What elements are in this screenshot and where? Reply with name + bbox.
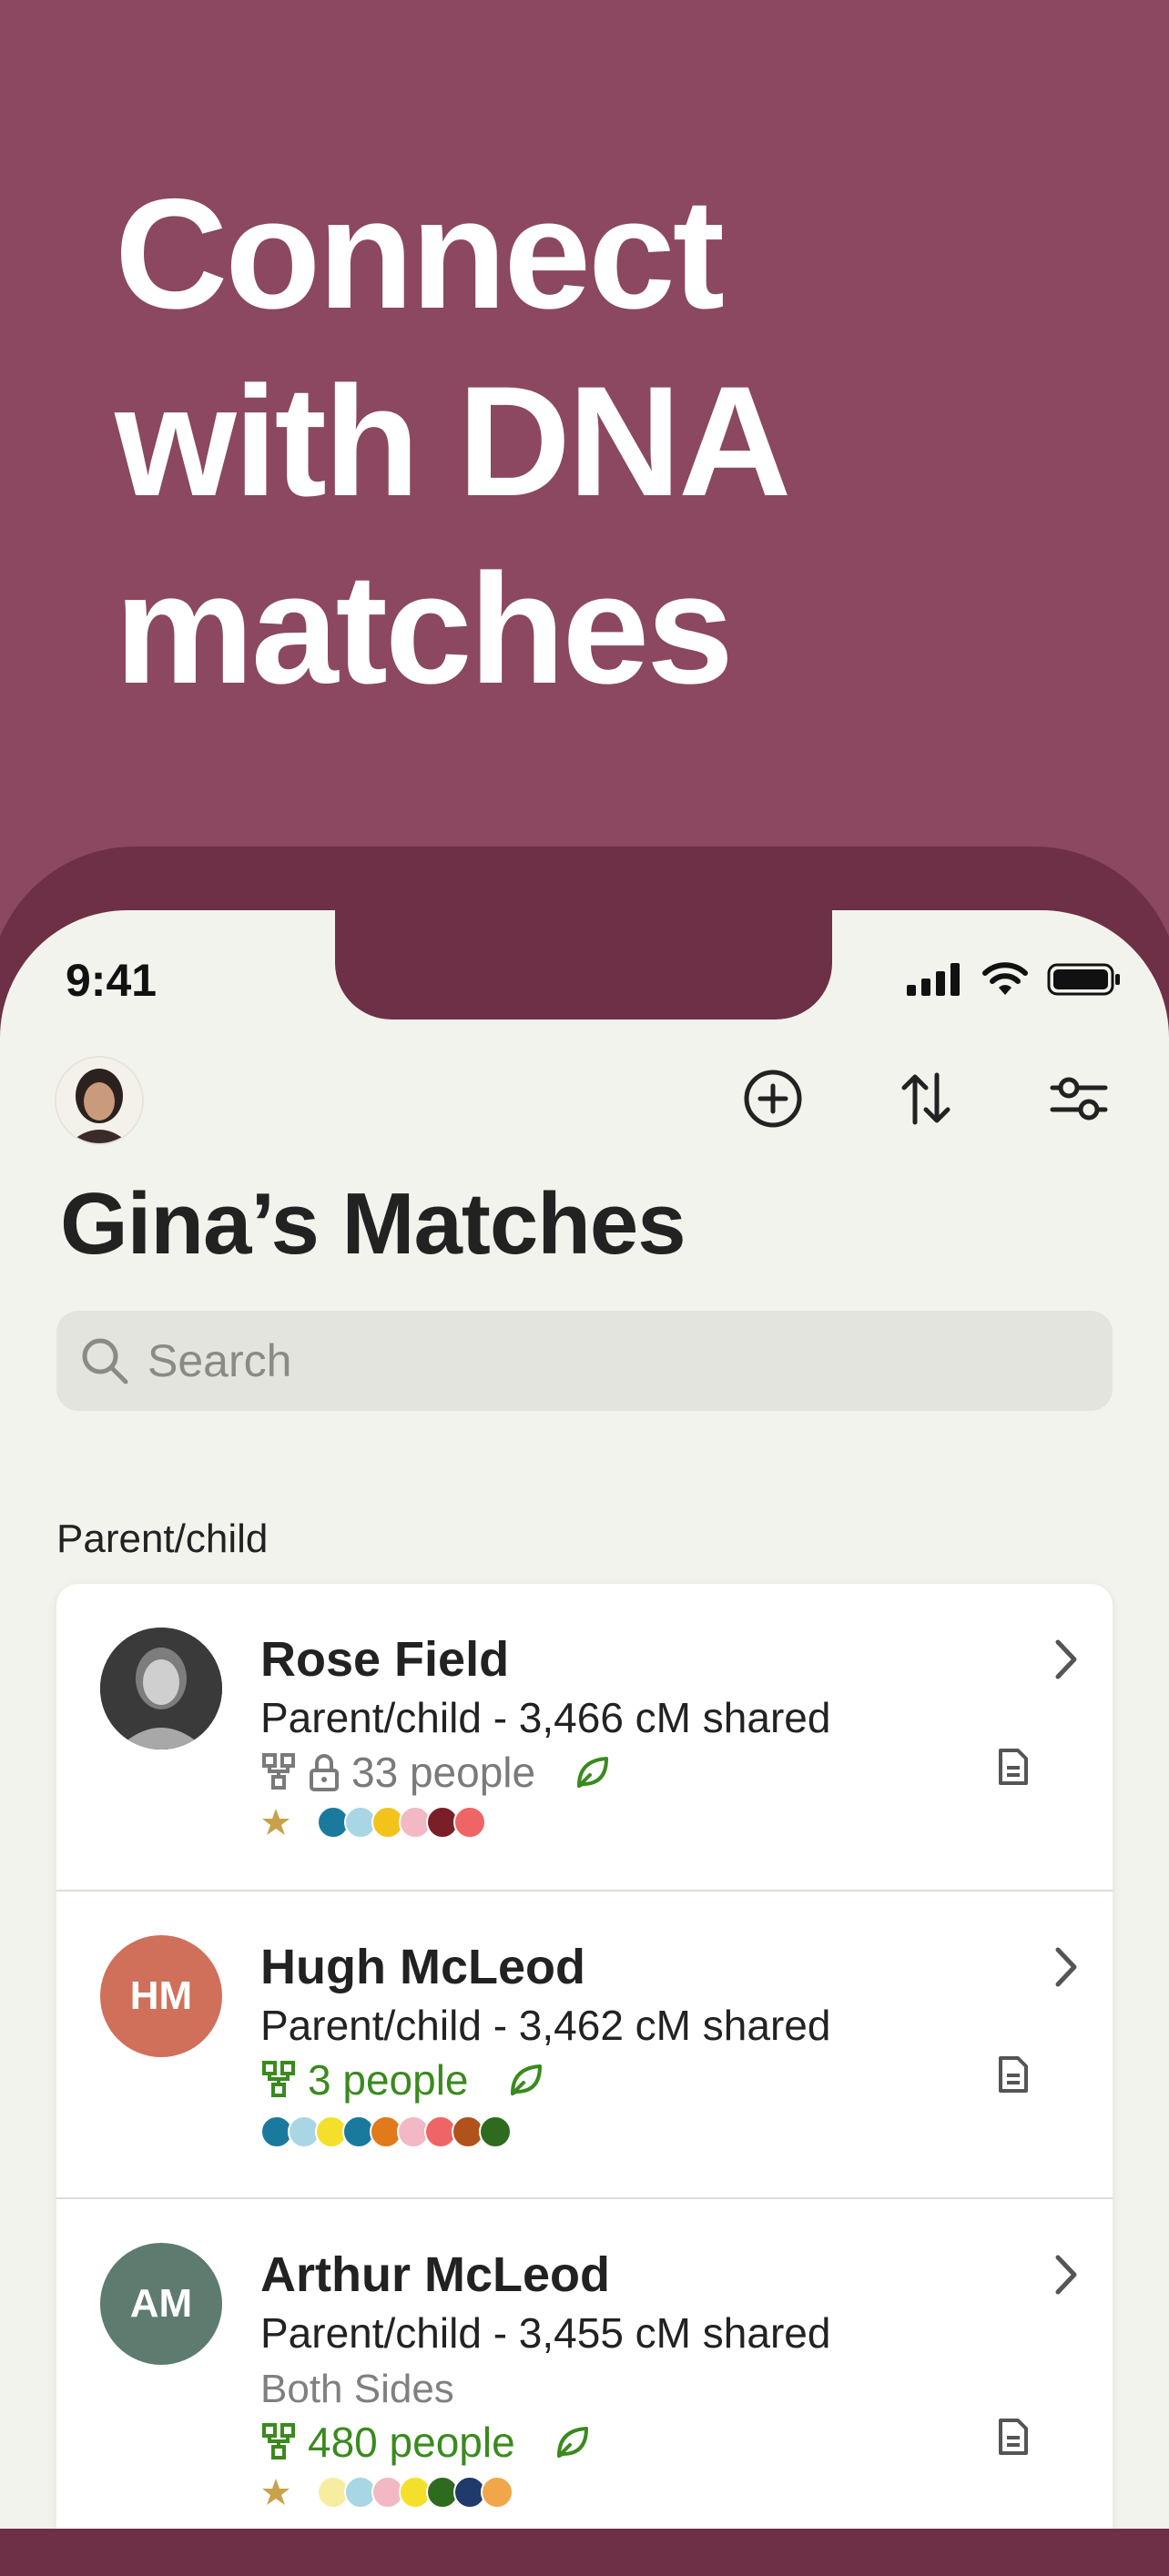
match-ethnicity-dots bbox=[260, 2476, 513, 2509]
match-relationship: Parent/child - 3,466 cM shared bbox=[260, 1694, 831, 1741]
sort-icon bbox=[901, 1072, 950, 1125]
match-avatar bbox=[100, 1628, 222, 1749]
headline-line-3: matches bbox=[115, 542, 734, 716]
leaf-icon bbox=[510, 2064, 542, 2095]
chevron-right-icon bbox=[1055, 2255, 1077, 2295]
search-input[interactable]: Search bbox=[56, 1311, 1113, 1411]
leaf-icon bbox=[577, 1757, 609, 1788]
filter-button[interactable] bbox=[1047, 1067, 1111, 1131]
match-name: Rose Field bbox=[260, 1632, 510, 1687]
page-title: Gina’s Matches bbox=[60, 1175, 686, 1273]
profile-avatar[interactable] bbox=[55, 1056, 144, 1145]
sort-button[interactable] bbox=[894, 1067, 958, 1131]
status-time: 9:41 bbox=[66, 955, 158, 1006]
tree-icon bbox=[262, 2061, 295, 2097]
cellular-signal-icon bbox=[907, 963, 960, 996]
tree-icon bbox=[262, 2423, 295, 2459]
search-icon bbox=[82, 1338, 128, 1384]
match-row-arthur-mcleod[interactable]: AM Arthur McLeod Parent/child - 3,455 cM… bbox=[56, 2199, 1113, 2529]
ethnicity-dot bbox=[479, 2115, 512, 2148]
match-row-rose-field[interactable]: Rose Field Parent/child - 3,466 cM share… bbox=[56, 1584, 1113, 1891]
match-side: Both Sides bbox=[260, 2367, 454, 2411]
match-people: 33 people bbox=[260, 1748, 612, 1797]
wifi-icon bbox=[982, 962, 1028, 995]
section-label: Parent/child bbox=[56, 1516, 269, 1561]
match-relationship: Parent/child - 3,455 cM shared bbox=[260, 2309, 831, 2357]
match-photo bbox=[100, 1628, 222, 1749]
star-icon bbox=[262, 1809, 290, 1835]
add-match-button[interactable] bbox=[741, 1067, 805, 1131]
chevron-right-icon bbox=[1055, 1947, 1077, 1987]
match-people: 480 people bbox=[260, 2418, 592, 2467]
star-icon bbox=[262, 2479, 290, 2505]
profile-photo bbox=[56, 1058, 142, 1143]
match-ethnicity-dots bbox=[260, 2115, 512, 2148]
plus-circle-icon bbox=[744, 1070, 802, 1128]
phone-screen: 9:41 Gina’s Matches Search Parent/child … bbox=[0, 910, 1169, 2529]
tree-icon bbox=[262, 1753, 295, 1790]
match-name: Arthur McLeod bbox=[260, 2247, 610, 2302]
match-name: Hugh McLeod bbox=[260, 1940, 585, 1994]
match-avatar: HM bbox=[100, 1935, 222, 2057]
document-icon[interactable] bbox=[998, 2055, 1029, 2094]
match-people-count: 3 people bbox=[308, 2056, 469, 2104]
leaf-icon bbox=[556, 2427, 588, 2458]
match-avatar: AM bbox=[100, 2243, 222, 2365]
match-row-hugh-mcleod[interactable]: HM Hugh McLeod Parent/child - 3,462 cM s… bbox=[56, 1891, 1113, 2199]
match-people-count: 33 people bbox=[351, 1749, 536, 1796]
battery-icon bbox=[1047, 963, 1120, 996]
status-icons bbox=[907, 961, 1122, 998]
document-icon[interactable] bbox=[998, 1748, 1029, 1786]
match-ethnicity-dots bbox=[260, 1806, 486, 1839]
filter-icon bbox=[1050, 1077, 1108, 1121]
match-people-count: 480 people bbox=[308, 2419, 515, 2466]
headline-line-1: Connect bbox=[115, 167, 725, 341]
lock-icon bbox=[310, 1754, 339, 1791]
chevron-right-icon bbox=[1055, 1639, 1077, 1679]
phone-notch bbox=[335, 910, 832, 1019]
headline-line-2: with DNA bbox=[115, 354, 791, 529]
match-relationship: Parent/child - 3,462 cM shared bbox=[260, 2002, 831, 2049]
ethnicity-dot bbox=[453, 1806, 486, 1839]
matches-list: Rose Field Parent/child - 3,466 cM share… bbox=[56, 1584, 1113, 2529]
search-placeholder: Search bbox=[147, 1335, 292, 1386]
match-people: 3 people bbox=[260, 2055, 545, 2104]
headline: Connect with DNA matches bbox=[115, 160, 791, 723]
document-icon[interactable] bbox=[998, 2418, 1029, 2456]
ethnicity-dot bbox=[481, 2476, 513, 2509]
